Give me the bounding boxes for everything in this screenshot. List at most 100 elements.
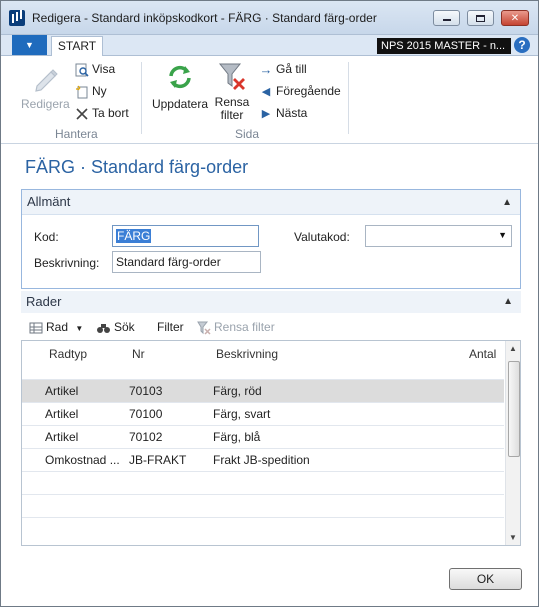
column-header-description[interactable]: Beskrivning	[216, 347, 278, 361]
group-label-manage: Hantera	[55, 127, 98, 141]
minimize-icon	[442, 19, 451, 21]
table-row[interactable]: Omkostnad ... JB-FRAKT Frakt JB-speditio…	[22, 448, 504, 471]
window-title: Redigera - Standard inköpskodkort - FÄRG…	[32, 11, 377, 25]
new-button[interactable]: Ny	[75, 84, 107, 99]
lines-title: Rader	[26, 294, 62, 309]
previous-button[interactable]: ◀ Föregående	[259, 84, 341, 99]
maximize-icon	[476, 14, 485, 22]
code-value: FÄRG	[116, 229, 152, 243]
code-label: Kod:	[34, 230, 59, 244]
cell-no: 70103	[129, 384, 163, 398]
new-document-icon	[76, 85, 88, 99]
cell-type: Artikel	[45, 407, 79, 421]
cell-no: 70102	[129, 430, 163, 444]
clear-filter-lines-button[interactable]: Rensa filter	[197, 320, 275, 335]
cell-type: Artikel	[45, 384, 79, 398]
chevron-down-icon: ▼	[75, 324, 84, 333]
cell-no: JB-FRAKT	[129, 453, 187, 467]
ribbon: Redigera Visa Ny Ta bort Hantera Uppdate…	[1, 56, 538, 144]
dropdown-arrow-icon: ▼	[498, 230, 507, 240]
cell-description: Färg, blå	[213, 430, 261, 444]
maximize-button[interactable]	[467, 10, 494, 26]
clear-filter-icon	[197, 321, 211, 335]
binoculars-icon	[97, 323, 110, 333]
edit-label: Redigera	[21, 97, 70, 111]
row-menu-button[interactable]: Rad ▼	[29, 320, 83, 335]
refresh-label: Uppdatera	[151, 97, 209, 111]
close-button[interactable]: ✕	[501, 10, 529, 26]
scroll-down-icon[interactable]: ▼	[509, 533, 517, 542]
goto-button[interactable]: → Gå till	[259, 62, 307, 77]
description-field[interactable]: Standard färg-order	[112, 251, 261, 273]
group-label-page: Sida	[235, 127, 260, 141]
previous-label: Föregående	[276, 84, 341, 98]
close-icon: ✕	[510, 12, 520, 24]
scrollbar-thumb[interactable]	[508, 361, 520, 457]
search-label: Sök	[114, 320, 135, 334]
currency-label: Valutakod:	[294, 230, 350, 244]
scroll-up-icon[interactable]: ▲	[509, 344, 517, 353]
refresh-button[interactable]: Uppdatera	[151, 62, 209, 111]
column-header-type[interactable]: Radtyp	[49, 347, 87, 361]
ribbon-separator	[141, 62, 142, 134]
clear-filter-lines-label: Rensa filter	[214, 320, 275, 334]
currency-select[interactable]: ▼	[365, 225, 512, 247]
cell-description: Frakt JB-spedition	[213, 453, 310, 467]
lines-header[interactable]: Rader ▲	[21, 291, 521, 313]
table-row-empty[interactable]	[22, 517, 504, 540]
column-header-no[interactable]: Nr	[132, 347, 145, 361]
goto-label: Gå till	[276, 62, 307, 76]
triangle-left-icon: ◀	[261, 85, 271, 98]
lines-toolbar: Rad ▼ Sök Filter Rensa filter	[21, 315, 521, 339]
arrow-right-icon: →	[259, 61, 273, 77]
pencil-icon	[35, 69, 58, 92]
filter-button[interactable]: Filter	[157, 320, 184, 334]
ok-button[interactable]: OK	[449, 568, 522, 590]
dropdown-arrow-icon: ▼	[25, 40, 34, 50]
clear-filter-label-line2: filter	[220, 108, 244, 122]
table-row[interactable]: Artikel 70100 Färg, svart	[22, 402, 504, 425]
table-row[interactable]: Artikel 70102 Färg, blå	[22, 425, 504, 448]
ribbon-tab-row: ▼ START NPS 2015 MASTER - n... ?	[1, 35, 538, 57]
next-button[interactable]: ▶ Nästa	[259, 106, 308, 121]
ribbon-separator	[348, 62, 349, 134]
code-field[interactable]: FÄRG	[112, 225, 259, 247]
minimize-button[interactable]	[433, 10, 460, 26]
cell-description: Färg, svart	[213, 407, 271, 421]
delete-label: Ta bort	[92, 106, 129, 120]
grid-header: Radtyp Nr Beskrivning Antal	[22, 341, 504, 379]
tab-start[interactable]: START	[51, 36, 103, 57]
delete-button[interactable]: Ta bort	[75, 106, 129, 121]
fasttab-general: Allmänt ▲ Kod: FÄRG Beskrivning: Standar…	[21, 189, 521, 289]
grid-scrollbar[interactable]: ▲ ▼	[505, 341, 520, 545]
table-row[interactable]: Artikel 70103 Färg, röd	[22, 379, 504, 402]
clear-filter-button[interactable]: Rensa filter	[212, 60, 252, 122]
app-logo-icon	[9, 10, 25, 26]
edit-button[interactable]: Redigera	[21, 62, 70, 111]
view-button[interactable]: Visa	[75, 62, 115, 77]
column-header-quantity[interactable]: Antal	[469, 347, 496, 361]
application-menu-button[interactable]: ▼	[12, 35, 47, 55]
lines-grid: Radtyp Nr Beskrivning Antal Artikel 7010…	[21, 340, 521, 546]
fasttab-general-header[interactable]: Allmänt ▲	[22, 190, 520, 215]
view-icon	[75, 63, 89, 77]
fasttab-general-title: Allmänt	[27, 194, 71, 209]
chevron-up-icon[interactable]: ▲	[502, 191, 512, 215]
next-label: Nästa	[276, 106, 308, 120]
delete-x-icon	[76, 108, 88, 120]
help-icon[interactable]: ?	[514, 37, 530, 53]
search-button[interactable]: Sök	[95, 320, 135, 335]
view-label: Visa	[92, 62, 116, 76]
company-name-badge[interactable]: NPS 2015 MASTER - n...	[377, 38, 511, 54]
table-row-empty[interactable]	[22, 494, 504, 517]
table-row-empty[interactable]	[22, 471, 504, 494]
cell-type: Artikel	[45, 430, 79, 444]
cell-no: 70100	[129, 407, 163, 421]
grid-icon	[29, 322, 43, 334]
page-title: FÄRG · Standard färg-order	[25, 157, 249, 177]
cell-description: Färg, röd	[213, 384, 262, 398]
row-menu-label: Rad	[46, 320, 69, 334]
new-label: Ny	[92, 84, 107, 98]
title-bar: Redigera - Standard inköpskodkort - FÄRG…	[1, 1, 538, 35]
chevron-up-icon[interactable]: ▲	[503, 291, 513, 313]
